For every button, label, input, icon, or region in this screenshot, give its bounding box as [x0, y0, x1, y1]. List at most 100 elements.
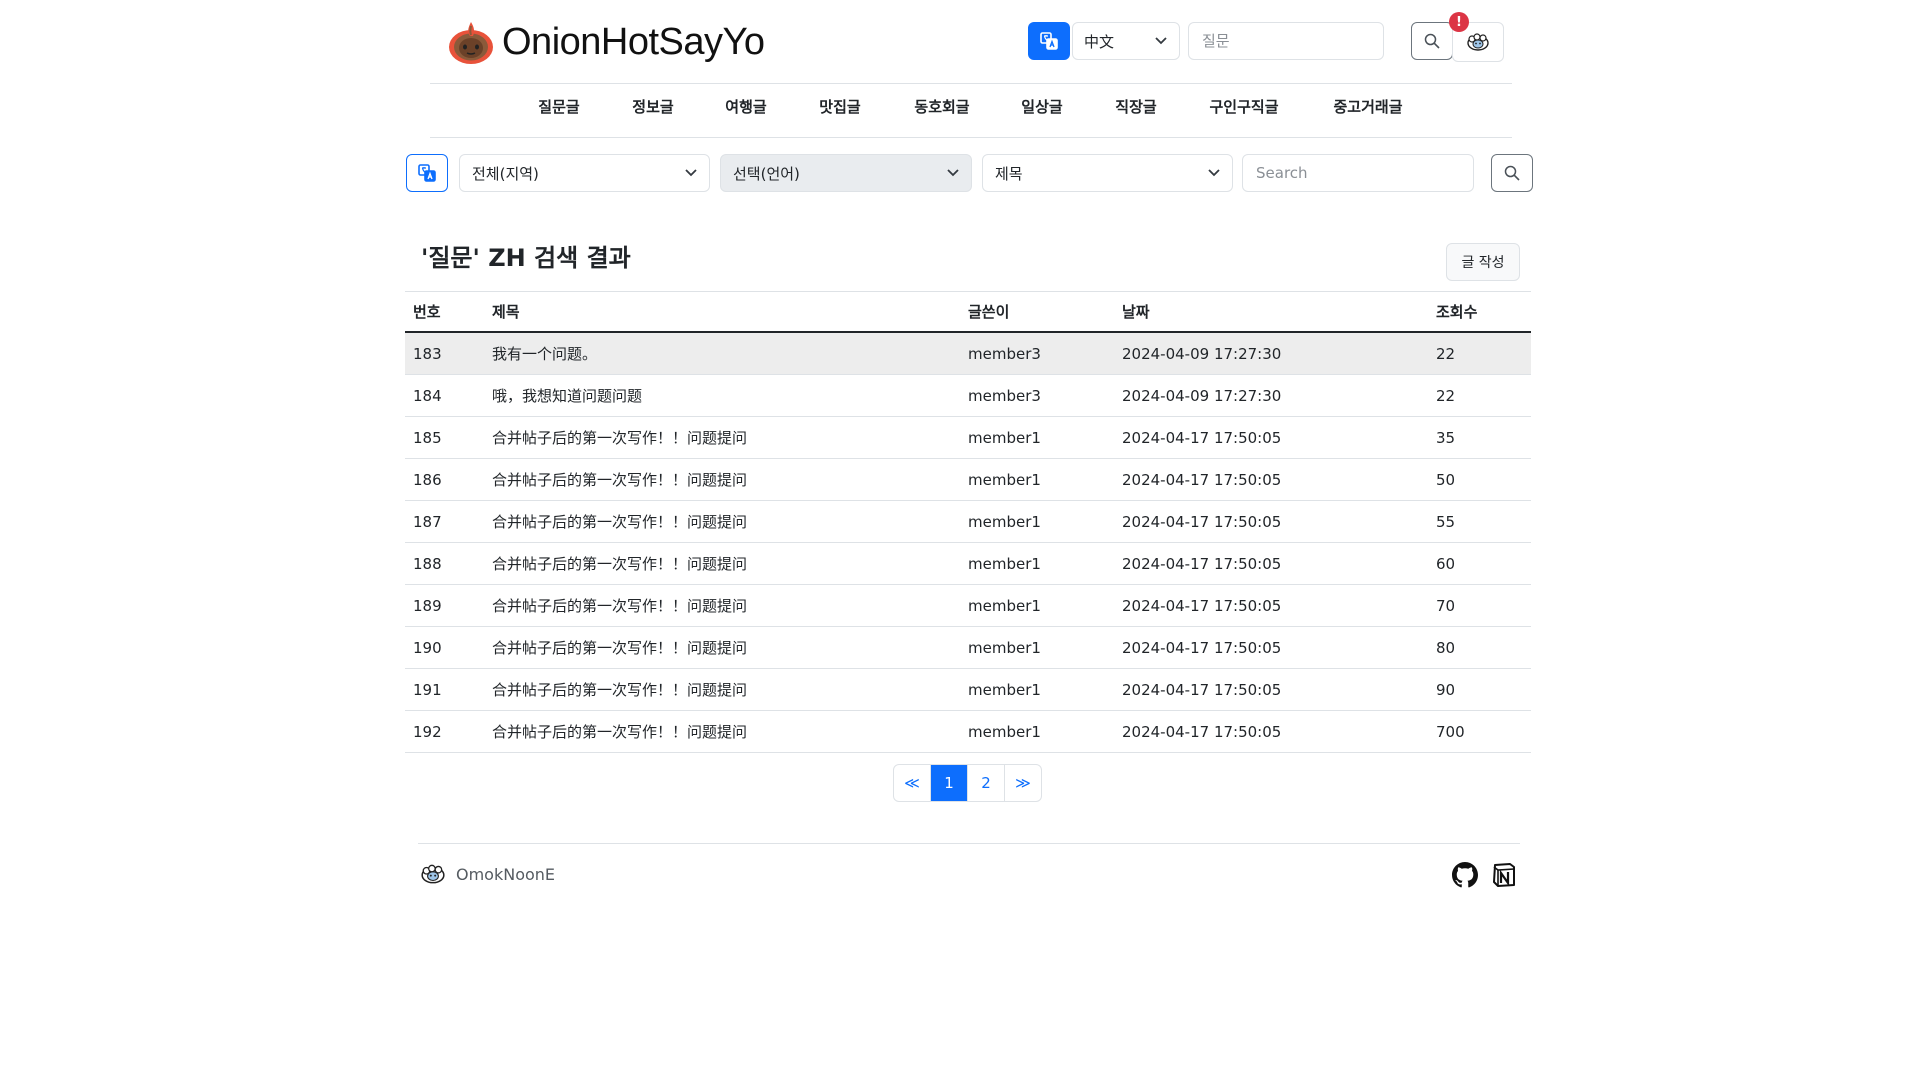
- search-field-value: 제목: [995, 164, 1023, 183]
- table-row[interactable]: 191 合并帖子后的第一次写作！！问题提问 member1 2024-04-17…: [405, 668, 1531, 711]
- cell-views: 22: [1428, 332, 1531, 375]
- column-header-date: 날짜: [1114, 291, 1428, 333]
- cell-writer: member1: [960, 416, 1114, 459]
- cell-number: 189: [405, 584, 484, 627]
- table-row[interactable]: 192 合并帖子后的第一次写作！！问题提问 member1 2024-04-17…: [405, 710, 1531, 753]
- chevron-down-icon: [1155, 37, 1167, 45]
- pagination-next-button[interactable]: ≫: [1005, 765, 1041, 801]
- table-row[interactable]: 186 合并帖子后的第一次写作！！问题提问 member1 2024-04-17…: [405, 458, 1531, 501]
- language-select[interactable]: 中文: [1072, 22, 1180, 60]
- cell-writer: member1: [960, 542, 1114, 585]
- github-icon[interactable]: [1452, 862, 1478, 888]
- cell-title[interactable]: 合并帖子后的第一次写作！！问题提问: [484, 416, 960, 459]
- pagination-prev-button[interactable]: ≪: [894, 765, 931, 801]
- chevron-down-icon: [947, 169, 959, 177]
- cell-views: 35: [1428, 416, 1531, 459]
- cell-title[interactable]: 合并帖子后的第一次写作！！问题提问: [484, 626, 960, 669]
- write-post-button[interactable]: 글 작성: [1446, 243, 1520, 281]
- nav-item-daily[interactable]: 일상글: [1021, 96, 1062, 117]
- cell-date: 2024-04-17 17:50:05: [1114, 542, 1428, 585]
- table-row[interactable]: 189 合并帖子后的第一次写作！！问题提问 member1 2024-04-17…: [405, 584, 1531, 627]
- cell-views: 55: [1428, 500, 1531, 543]
- notion-icon[interactable]: [1491, 862, 1517, 888]
- nav-item-restaurant[interactable]: 맛집글: [819, 96, 860, 117]
- cell-title[interactable]: 合并帖子后的第一次写作！！问题提问: [484, 542, 960, 585]
- table-row[interactable]: 188 合并帖子后的第一次写作！！问题提问 member1 2024-04-17…: [405, 542, 1531, 585]
- footer-name: OmokNoonE: [456, 864, 556, 884]
- cell-date: 2024-04-17 17:50:05: [1114, 710, 1428, 753]
- onion-logo-icon: [449, 22, 493, 64]
- header-search-button[interactable]: [1411, 22, 1453, 60]
- cell-date: 2024-04-17 17:50:05: [1114, 626, 1428, 669]
- cell-writer: member1: [960, 710, 1114, 753]
- table-row[interactable]: 185 合并帖子后的第一次写作！！问题提问 member1 2024-04-17…: [405, 416, 1531, 459]
- page: OnionHotSayYo 中文 ! 질문글 정보글 여행글 맛집: [0, 0, 1920, 1079]
- pagination: ≪ 1 2 ≫: [893, 764, 1042, 802]
- brand-logo[interactable]: OnionHotSayYo: [446, 18, 765, 66]
- header-search-input[interactable]: [1188, 22, 1384, 60]
- cell-title[interactable]: 合并帖子后的第一次写作！！问题提问: [484, 584, 960, 627]
- region-select-value: 전체(지역): [472, 164, 539, 183]
- cell-writer: member1: [960, 500, 1114, 543]
- cell-number: 188: [405, 542, 484, 585]
- language-filter-value: 선택(언어): [733, 164, 800, 183]
- cell-title[interactable]: 合并帖子后的第一次写作！！问题提问: [484, 458, 960, 501]
- cell-title[interactable]: 合并帖子后的第一次写作！！问题提问: [484, 710, 960, 753]
- cell-date: 2024-04-09 17:27:30: [1114, 332, 1428, 375]
- cell-title[interactable]: 我有一个问题。: [484, 332, 960, 375]
- cell-views: 22: [1428, 374, 1531, 417]
- board-search-button[interactable]: [1491, 154, 1533, 192]
- category-nav: 질문글 정보글 여행글 맛집글 동호회글 일상글 직장글 구인구직글 중고거래글: [0, 96, 1920, 120]
- nav-item-info[interactable]: 정보글: [632, 96, 673, 117]
- nav-item-jobs[interactable]: 구인구직글: [1209, 96, 1278, 117]
- cell-writer: member1: [960, 458, 1114, 501]
- cell-number: 184: [405, 374, 484, 417]
- cell-title[interactable]: 哦，我想知道问题问题: [484, 374, 960, 417]
- cell-date: 2024-04-09 17:27:30: [1114, 374, 1428, 417]
- sheep-avatar-icon: [1467, 33, 1489, 51]
- cell-views: 80: [1428, 626, 1531, 669]
- filter-translate-button[interactable]: [406, 154, 448, 192]
- cell-date: 2024-04-17 17:50:05: [1114, 458, 1428, 501]
- translate-button[interactable]: [1028, 22, 1070, 60]
- table-row[interactable]: 187 合并帖子后的第一次写作！！问题提问 member1 2024-04-17…: [405, 500, 1531, 543]
- results-table: 번호 제목 글쓴이 날짜 조회수 183 我有一个问题。 member3 202…: [405, 291, 1531, 753]
- cell-number: 191: [405, 668, 484, 711]
- translate-icon: [418, 164, 436, 182]
- region-select[interactable]: 전체(지역): [459, 154, 710, 192]
- search-icon: [1504, 165, 1520, 181]
- cell-writer: member1: [960, 668, 1114, 711]
- cell-number: 190: [405, 626, 484, 669]
- table-row[interactable]: 183 我有一个问题。 member3 2024-04-09 17:27:30 …: [405, 332, 1531, 375]
- nav-item-club[interactable]: 동호회글: [914, 96, 969, 117]
- nav-item-secondhand[interactable]: 중고거래글: [1333, 96, 1402, 117]
- column-header-writer: 글쓴이: [960, 291, 1114, 333]
- cell-title[interactable]: 合并帖子后的第一次写作！！问题提问: [484, 500, 960, 543]
- pagination-page-1[interactable]: 1: [931, 765, 968, 801]
- sheep-avatar-icon: [421, 864, 445, 884]
- language-filter-select[interactable]: 선택(언어): [720, 154, 972, 192]
- cell-number: 187: [405, 500, 484, 543]
- pagination-page-2[interactable]: 2: [968, 765, 1005, 801]
- search-field-select[interactable]: 제목: [982, 154, 1233, 192]
- cell-number: 185: [405, 416, 484, 459]
- board-search-input[interactable]: [1242, 154, 1474, 192]
- cell-number: 192: [405, 710, 484, 753]
- results-title: '질문' ZH 검색 결과: [421, 244, 631, 272]
- nav-item-question[interactable]: 질문글: [538, 96, 579, 117]
- cell-views: 90: [1428, 668, 1531, 711]
- table-row[interactable]: 190 合并帖子后的第一次写作！！问题提问 member1 2024-04-17…: [405, 626, 1531, 669]
- notification-badge: !: [1449, 12, 1469, 32]
- footer-brand[interactable]: OmokNoonE: [420, 862, 555, 886]
- table-row[interactable]: 184 哦，我想知道问题问题 member3 2024-04-09 17:27:…: [405, 374, 1531, 417]
- cell-writer: member3: [960, 332, 1114, 375]
- cell-number: 186: [405, 458, 484, 501]
- nav-divider: [430, 137, 1512, 138]
- nav-item-travel[interactable]: 여행글: [725, 96, 766, 117]
- nav-item-work[interactable]: 직장글: [1115, 96, 1156, 117]
- cell-views: 70: [1428, 584, 1531, 627]
- cell-title[interactable]: 合并帖子后的第一次写作！！问题提问: [484, 668, 960, 711]
- cell-date: 2024-04-17 17:50:05: [1114, 584, 1428, 627]
- cell-views: 700: [1428, 710, 1531, 753]
- cell-writer: member3: [960, 374, 1114, 417]
